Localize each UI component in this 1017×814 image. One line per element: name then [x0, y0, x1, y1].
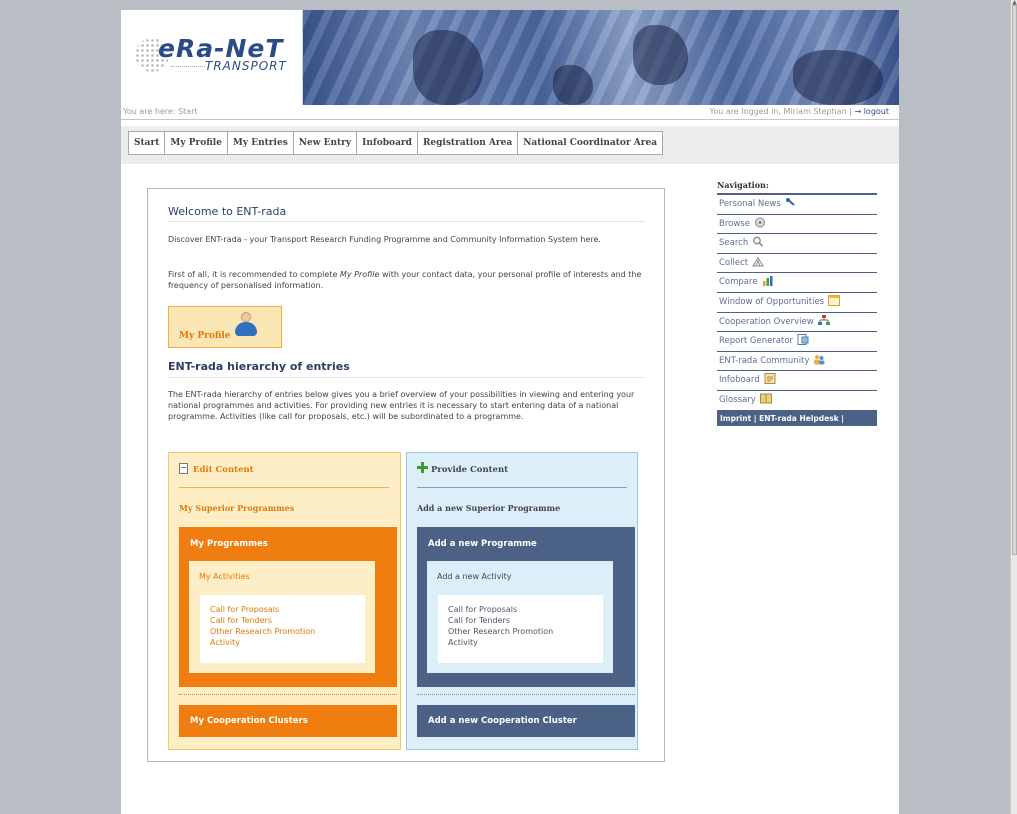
my-profile-reference: My Profile	[339, 270, 380, 279]
divider	[121, 119, 899, 120]
edit-content-title: Edit Content	[193, 465, 254, 475]
login-status: You are logged in, Miriam Stephan | → lo…	[710, 107, 889, 116]
nav-item-window-of-opportunities[interactable]: Window of Opportunities	[717, 293, 877, 313]
list-item[interactable]: Activity	[448, 637, 593, 648]
logged-in-text: You are logged in, Miriam Stephan	[709, 107, 847, 116]
divider	[417, 694, 635, 695]
my-programmes-link[interactable]: My Programmes	[190, 539, 268, 549]
provide-content-panel: Provide Content Add a new Superior Progr…	[406, 452, 638, 750]
user-icon	[235, 312, 257, 338]
list-item[interactable]: Other Research Promotion	[210, 626, 355, 637]
menu-item-national-coordinator-area[interactable]: National Coordinator Area	[518, 131, 664, 155]
logout-arrow-icon: →	[854, 107, 862, 116]
intro-text: Discover ENT-rada - your Transport Resea…	[168, 235, 601, 244]
report-icon	[797, 334, 809, 346]
my-profile-button[interactable]: My Profile	[168, 306, 282, 348]
org-chart-icon	[817, 314, 830, 325]
header-banner-image	[303, 10, 899, 105]
nav-item-infoboard[interactable]: Infoboard	[717, 371, 877, 391]
browse-icon	[754, 217, 765, 228]
add-activity-block: Add a new Activity Call for Proposals Ca…	[427, 561, 613, 673]
my-superior-programmes-link[interactable]: My Superior Programmes	[179, 503, 294, 513]
nav-item-glossary[interactable]: Glossary	[717, 391, 877, 411]
collect-icon	[752, 256, 765, 267]
main-menu-bar: Start My Profile My Entries New Entry In…	[121, 126, 899, 164]
list-item[interactable]: Call for Proposals	[448, 604, 593, 615]
header: eRa-NeT TRANSPORT	[121, 10, 899, 105]
nav-item-collect[interactable]: Collect	[717, 254, 877, 274]
edit-icon	[179, 463, 188, 474]
nav-item-ent-rada-community[interactable]: ENT-rada Community	[717, 352, 877, 372]
vertical-scrollbar[interactable]: ▲	[1010, 0, 1017, 814]
hierarchy-title: ENT-rada hierarchy of entries	[168, 360, 350, 373]
main-content: Welcome to ENT-rada Discover ENT-rada - …	[147, 188, 665, 762]
list-item[interactable]: Other Research Promotion	[448, 626, 593, 637]
menu-item-new-entry[interactable]: New Entry	[293, 131, 358, 155]
add-cooperation-cluster-label: Add a new Cooperation Cluster	[428, 716, 577, 726]
breadcrumb: You are here: Start	[123, 107, 198, 116]
logo-divider	[171, 66, 205, 67]
edit-content-panel: Edit Content My Superior Programmes My P…	[168, 452, 401, 750]
list-item[interactable]: Call for Proposals	[210, 604, 355, 615]
nav-item-report-generator[interactable]: Report Generator	[717, 332, 877, 352]
list-item[interactable]: Call for Tenders	[448, 615, 593, 626]
activity-types-list: Call for Proposals Call for Tenders Othe…	[438, 595, 603, 663]
imprint-helpdesk-links[interactable]: Imprint | ENT-rada Helpdesk |	[717, 410, 877, 426]
community-icon	[814, 354, 825, 365]
separator: |	[849, 107, 852, 116]
logout-link[interactable]: logout	[864, 107, 889, 116]
menu-item-infoboard[interactable]: Infoboard	[357, 131, 418, 155]
nav-item-personal-news[interactable]: Personal News	[717, 195, 877, 215]
navigation-sidebar: Navigation: Personal News Browse Search …	[717, 180, 877, 426]
magnifier-icon	[753, 236, 764, 247]
my-profile-button-label: My Profile	[179, 331, 231, 341]
nav-item-compare[interactable]: Compare	[717, 273, 877, 293]
hierarchy-text: The ENT-rada hierarchy of entries below …	[168, 390, 635, 421]
divider	[417, 487, 627, 488]
add-cooperation-cluster-button[interactable]: Add a new Cooperation Cluster	[417, 705, 635, 737]
breadcrumb-bar: You are here: Start You are logged in, M…	[121, 107, 899, 119]
my-activities-block: My Activities Call for Proposals Call fo…	[189, 561, 375, 673]
activity-types-list: Call for Proposals Call for Tenders Othe…	[200, 595, 365, 663]
my-cooperation-clusters-button[interactable]: My Cooperation Clusters	[179, 705, 397, 737]
nav-item-search[interactable]: Search	[717, 234, 877, 254]
menu-item-start[interactable]: Start	[128, 131, 166, 155]
provide-content-title: Provide Content	[431, 465, 509, 475]
add-activity-link[interactable]: Add a new Activity	[437, 572, 511, 581]
logo-sub-text: TRANSPORT	[205, 59, 287, 73]
main-menu: Start My Profile My Entries New Entry In…	[128, 131, 664, 155]
nav-item-cooperation-overview[interactable]: Cooperation Overview	[717, 313, 877, 333]
welcome-title: Welcome to ENT-rada	[168, 205, 287, 218]
bar-chart-icon	[762, 276, 773, 287]
menu-item-registration-area[interactable]: Registration Area	[417, 131, 519, 155]
navigation-heading: Navigation:	[717, 180, 769, 190]
divider	[168, 221, 645, 222]
book-icon	[759, 393, 772, 404]
my-programmes-block: My Programmes My Activities Call for Pro…	[179, 527, 397, 687]
list-item[interactable]: Activity	[210, 637, 355, 648]
nav-item-browse[interactable]: Browse	[717, 215, 877, 235]
logo[interactable]: eRa-NeT TRANSPORT	[121, 10, 303, 105]
add-programme-link[interactable]: Add a new Programme	[428, 539, 537, 549]
add-superior-programme-link[interactable]: Add a new Superior Programme	[417, 503, 560, 513]
page: eRa-NeT TRANSPORT You are here: Start Yo…	[121, 10, 899, 814]
menu-item-my-profile[interactable]: My Profile	[165, 131, 228, 155]
intro-profile-text: First of all, it is recommended to compl…	[168, 270, 642, 290]
my-activities-link[interactable]: My Activities	[199, 572, 250, 581]
pin-icon	[785, 198, 795, 206]
divider	[168, 377, 645, 378]
my-cooperation-clusters-label: My Cooperation Clusters	[190, 716, 308, 726]
board-icon	[764, 373, 776, 385]
window-icon	[828, 294, 841, 306]
list-item[interactable]: Call for Tenders	[210, 615, 355, 626]
scrollbar-thumb[interactable]	[1012, 5, 1017, 555]
menu-item-my-entries[interactable]: My Entries	[227, 131, 294, 155]
add-programme-block: Add a new Programme Add a new Activity C…	[417, 527, 635, 687]
divider	[179, 487, 389, 488]
divider	[179, 694, 397, 695]
plus-icon	[417, 462, 428, 473]
